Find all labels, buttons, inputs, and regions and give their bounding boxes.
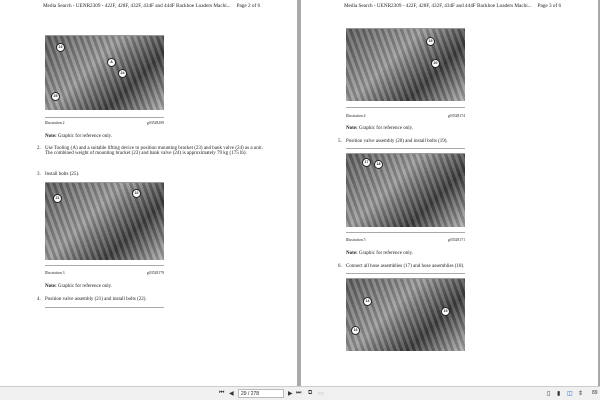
callout: 20 [431,59,440,68]
page-header: Media Search - UENR2309 - 422F, 428F, 43… [42,3,261,9]
illustration-caption: Illustration 3 g03528179 [45,271,164,275]
callout: 21 [53,194,62,203]
note: Note: Graphic for reference only. [346,251,414,256]
step-text: Position valve assembly (20) and install… [346,139,448,144]
callout: 19 [426,37,435,46]
step-text: Install bolts (25). [45,172,80,177]
note: Note: Graphic for reference only. [45,284,113,289]
illustration-5-image: 17 18 [346,153,465,227]
step-number: 5. [338,139,342,144]
illustration-caption: Illustration 2 g03528209 [45,121,164,125]
callout: 24 [118,69,127,78]
illustration-3-image: 21 22 [45,182,164,260]
next-page-icon[interactable]: ▶ [288,390,293,397]
fit-icon[interactable]: ⇕ [578,390,583,397]
illustration-caption: Illustration 4 g03528174 [346,114,465,118]
illustration-caption: Illustration 5 g03528171 [346,238,465,242]
divider [346,273,465,274]
first-page-icon[interactable]: ⏮ [219,390,224,397]
two-page-view-icon[interactable]: ◫ [567,390,573,397]
step-text: Connect all hose assemblies (17) and hos… [346,264,465,269]
last-page-icon[interactable]: ⏭ [296,390,301,397]
step-number: 2. [37,146,41,151]
callout: 25 [51,92,60,101]
step-text: Use Tooling (A) and a suitable lifting d… [45,146,263,157]
page-number-input[interactable]: 29 / 278 [238,389,284,398]
callout: 22 [132,189,141,198]
step-number: 3. [37,172,41,177]
single-page-view-icon[interactable]: ▯ [547,390,550,397]
divider [45,265,164,266]
illustration-6-image: 14 15 16 [346,278,465,351]
step-text: Position valve assembly (21) and install… [45,297,147,302]
step-number: 6. [338,264,342,269]
divider [346,107,465,108]
copy-icon[interactable]: ⧉ [308,390,312,397]
zoom-level[interactable]: 89 [592,390,598,396]
pdf-page-3: Media Search - UENR2309 - 422F, 428F, 43… [301,0,598,386]
divider [45,117,164,118]
callout: 15 [441,307,450,316]
divider [45,307,164,308]
illustration-2-image: 23 A 24 25 [45,35,164,110]
callout: 16 [351,326,360,335]
step-number: 4. [37,297,41,302]
callout: 14 [363,297,372,306]
divider [346,148,465,149]
continuous-view-icon[interactable]: ▮ [557,390,560,397]
callout: A [107,58,116,67]
callout: 23 [56,43,65,52]
select-icon[interactable]: ▭ [318,390,324,397]
pdf-page-2: Media Search - UENR2309 - 422F, 428F, 43… [0,0,297,386]
illustration-4-image: 19 20 [346,28,465,101]
note: Note: Graphic for reference only. [346,126,414,131]
note: Note: Graphic for reference only. [45,134,113,139]
callout: 18 [374,160,383,169]
divider [346,232,465,233]
callout: 17 [362,158,371,167]
previous-page-icon[interactable]: ◀ [229,390,234,397]
page-header: Media Search - UENR2309 - 422F, 428F, 43… [343,3,562,9]
viewer-toolbar: ⏮ ◀ 29 / 278 ▶ ⏭ ⧉ ▭ ▯ ▮ ◫ ⇕ 89 [0,386,600,400]
